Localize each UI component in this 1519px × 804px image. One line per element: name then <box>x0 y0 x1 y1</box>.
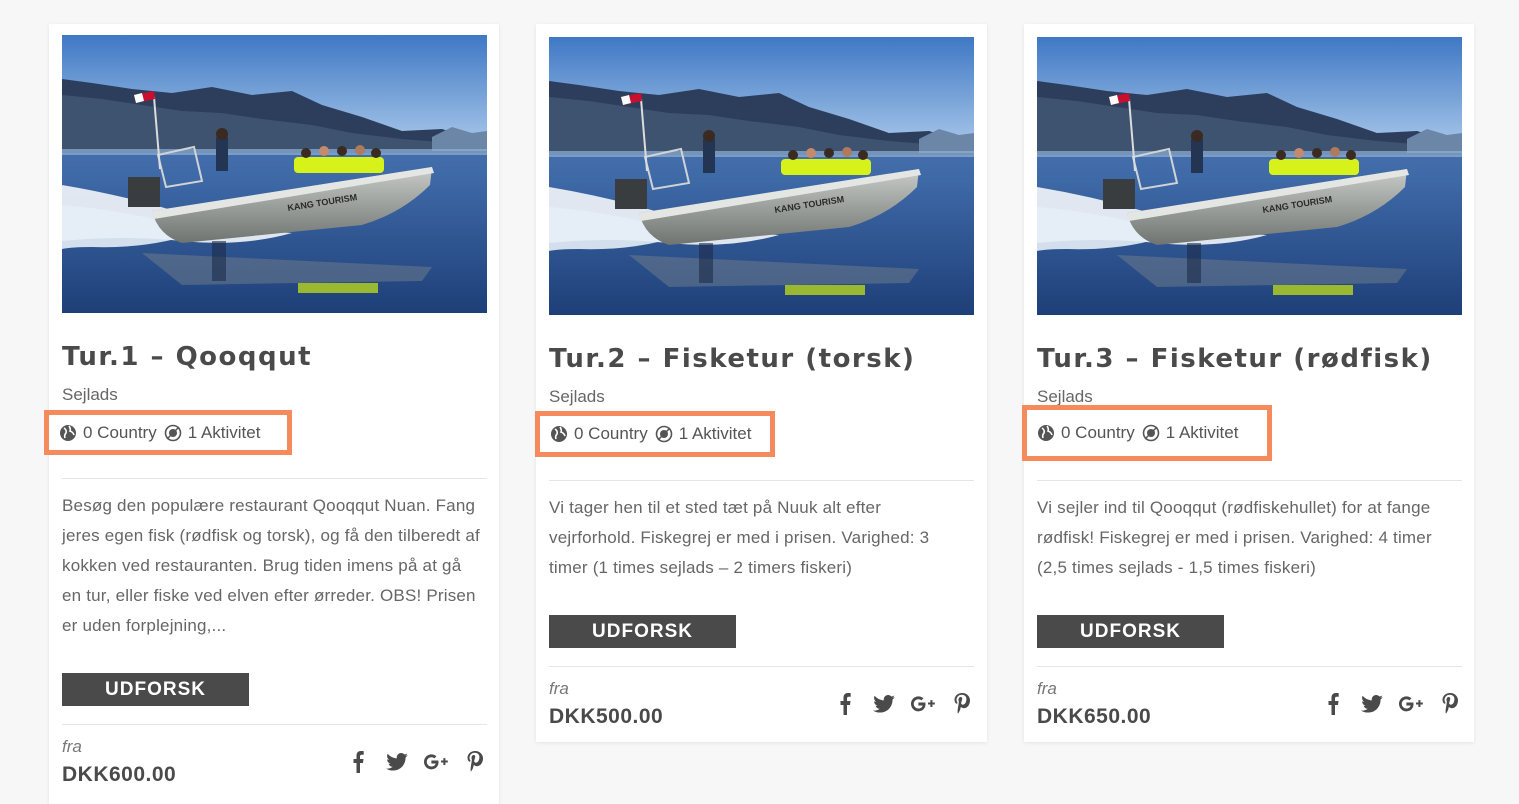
divider <box>62 478 487 479</box>
divider <box>549 480 974 481</box>
tour-category[interactable]: Sejlads <box>1037 387 1093 407</box>
activity-meta: 1 Aktivitet <box>164 422 261 443</box>
social-share <box>338 749 494 775</box>
tour-category[interactable]: Sejlads <box>549 387 605 407</box>
tour-image[interactable]: KANG TOURISM <box>1037 37 1462 315</box>
tour-description: Besøg den populære restaurant Qooqqut Nu… <box>62 496 480 635</box>
tour-category[interactable]: Sejlads <box>62 385 118 405</box>
price-from-label: fra <box>549 679 569 698</box>
tour-card-3: KANG TOURISM Tur.3 – Fisketur (rødfisk) … <box>1022 24 1474 742</box>
facebook-icon[interactable] <box>825 691 864 717</box>
divider <box>1037 666 1462 667</box>
activity-meta: 1 Aktivitet <box>655 424 752 444</box>
twitter-icon[interactable] <box>377 749 416 775</box>
activity-meta: 1 Aktivitet <box>1142 423 1239 443</box>
globe-icon <box>1037 424 1055 442</box>
explore-button[interactable]: UDFORSK <box>62 673 249 706</box>
facebook-icon[interactable] <box>338 749 377 775</box>
activity-count: 1 Aktivitet <box>1165 423 1239 442</box>
tour-price: DKK650.00 <box>1037 705 1152 728</box>
google-plus-icon[interactable] <box>903 691 942 717</box>
pinterest-icon[interactable] <box>455 749 494 775</box>
facebook-icon[interactable] <box>1313 691 1352 717</box>
activity-count: 1 Aktivitet <box>678 424 752 443</box>
tour-description: Vi sejler ind til Qooqqut (rødfiskehulle… <box>1037 498 1432 577</box>
activity-icon <box>164 424 182 442</box>
country-meta: 0 Country <box>59 423 157 443</box>
google-plus-icon[interactable] <box>416 749 455 775</box>
globe-icon <box>59 424 77 442</box>
pinterest-icon[interactable] <box>942 691 981 717</box>
divider <box>549 666 974 667</box>
country-count: 0 Country <box>574 424 648 443</box>
tour-meta-box: 0 Country 1 Aktivitet <box>44 410 292 455</box>
tour-card-1: KANG TOURISM Tur.1 – Qooqqut Sejlads 0 C… <box>44 24 499 804</box>
explore-button[interactable]: UDFORSK <box>1037 615 1224 648</box>
tour-meta-box: 0 Country 1 Aktivitet <box>535 411 775 457</box>
price-from-label: fra <box>1037 679 1057 698</box>
divider <box>1037 480 1462 481</box>
price-from-label: fra <box>62 737 82 756</box>
globe-icon <box>550 425 568 443</box>
country-meta: 0 Country <box>550 424 648 444</box>
google-plus-icon[interactable] <box>1391 691 1430 717</box>
explore-button[interactable]: UDFORSK <box>549 615 736 648</box>
country-meta: 0 Country <box>1037 423 1135 443</box>
country-count: 0 Country <box>1061 423 1135 442</box>
twitter-icon[interactable] <box>1352 691 1391 717</box>
tour-card-2: KANG TOURISM Tur.2 – Fisketur (torsk) Se… <box>535 24 987 742</box>
twitter-icon[interactable] <box>864 691 903 717</box>
social-share <box>825 691 981 717</box>
social-share <box>1313 691 1469 717</box>
tour-image[interactable]: KANG TOURISM <box>549 37 974 315</box>
pinterest-icon[interactable] <box>1430 691 1469 717</box>
tour-meta-box: 0 Country 1 Aktivitet <box>1022 405 1272 461</box>
tour-price: DKK500.00 <box>549 705 664 728</box>
country-count: 0 Country <box>83 422 157 442</box>
divider <box>62 724 487 725</box>
tour-description: Vi tager hen til et sted tæt på Nuuk alt… <box>549 498 930 577</box>
tour-price: DKK600.00 <box>62 763 177 786</box>
activity-count: 1 Aktivitet <box>187 422 261 442</box>
tour-image[interactable]: KANG TOURISM <box>62 35 487 313</box>
activity-icon <box>1142 424 1160 442</box>
tour-title[interactable]: Tur.1 – Qooqqut <box>62 342 312 372</box>
tour-title[interactable]: Tur.2 – Fisketur (torsk) <box>549 344 915 374</box>
activity-icon <box>655 425 673 443</box>
tour-title[interactable]: Tur.3 – Fisketur (rødfisk) <box>1037 344 1433 374</box>
